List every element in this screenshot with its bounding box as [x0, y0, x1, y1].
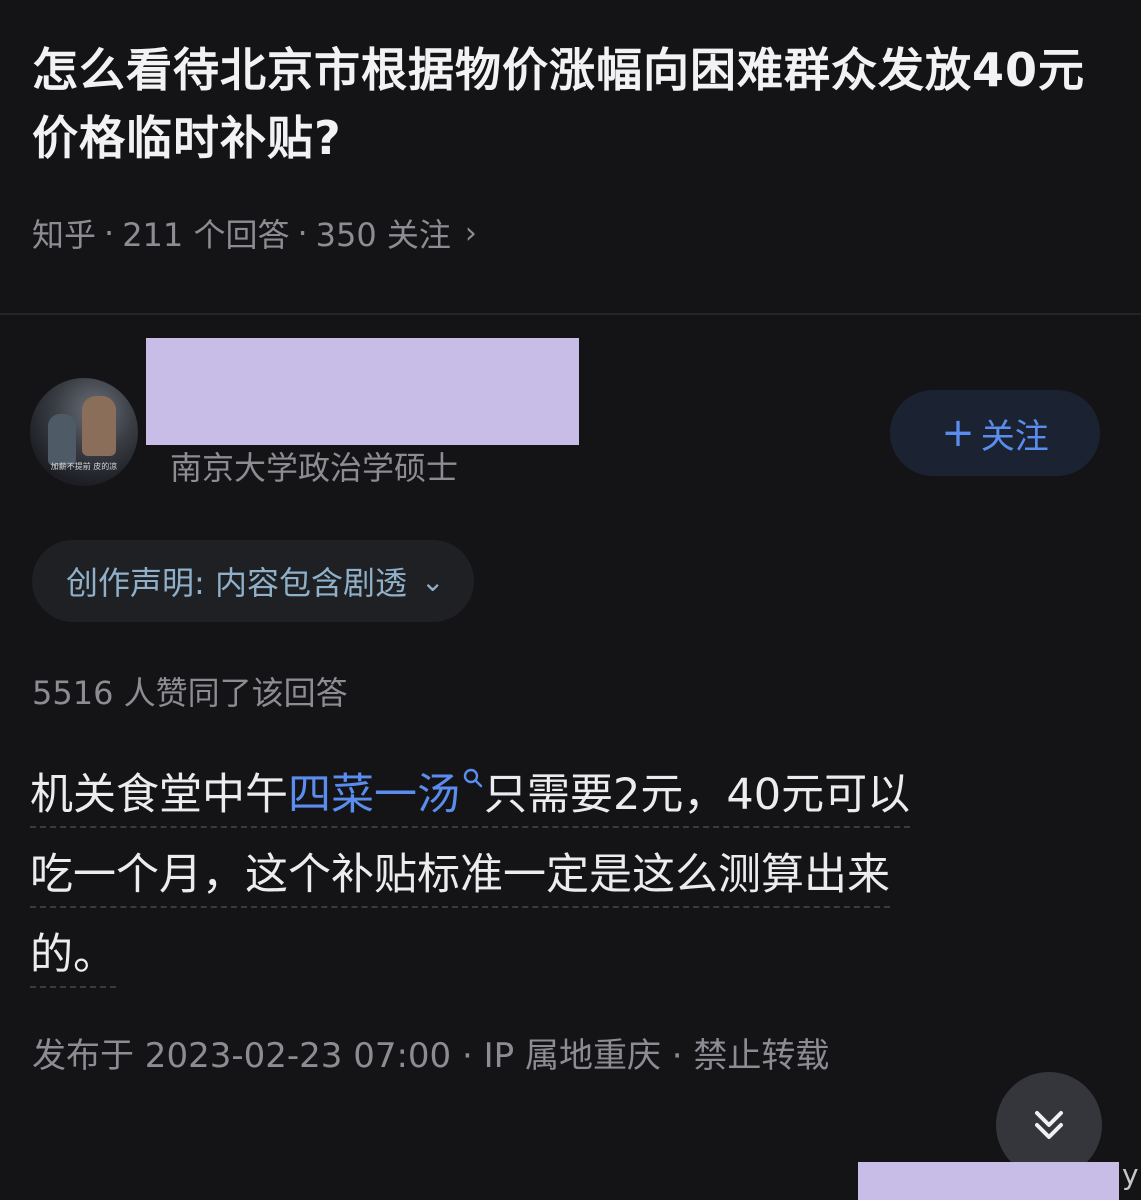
keyword-link[interactable]: 四菜一汤: [288, 770, 460, 820]
avatar[interactable]: 加薪不提前 皮的凉: [30, 378, 138, 486]
plus-icon: +: [941, 410, 975, 456]
chevron-right-icon: ›: [464, 215, 477, 251]
answer-text: 机关食堂中午: [30, 770, 288, 820]
answer-body: 机关食堂中午四菜一汤 只需要2元，40元可以 吃一个月，这个补贴标准一定是这么测算…: [30, 755, 1090, 995]
section-divider: [0, 313, 1141, 315]
answer-line-2: 吃一个月，这个补贴标准一定是这么测算出来: [30, 850, 890, 908]
meta-separator: ·: [104, 214, 115, 252]
redacted-watermark: [858, 1162, 1119, 1200]
meta-separator: ·: [297, 214, 308, 252]
answer-count: 211 个回答: [122, 216, 290, 254]
publish-info: 发布于 2023-02-23 07:00 · IP 属地重庆 · 禁止转载: [32, 1036, 830, 1076]
avatar-figure: [48, 414, 76, 466]
redacted-author-name: [146, 338, 579, 445]
creation-declaration[interactable]: 创作声明: 内容包含剧透 ⌄: [32, 540, 475, 622]
double-chevron-down-icon: [1035, 1111, 1063, 1139]
chevron-down-icon: ⌄: [420, 564, 445, 598]
source-label: 知乎: [32, 216, 97, 254]
question-meta[interactable]: 知乎 · 211 个回答 · 350 关注 ›: [32, 210, 477, 256]
follower-count: 350 关注: [315, 216, 451, 254]
answer-line-1: 机关食堂中午四菜一汤 只需要2元，40元可以: [30, 767, 911, 828]
follow-button[interactable]: + 关注: [890, 390, 1100, 476]
answer-line-3: 的。: [30, 930, 116, 988]
follow-label: 关注: [980, 416, 1049, 457]
author-bio: 南京大学政治学硕士: [170, 449, 459, 487]
upvote-count: 5516 人赞同了该回答: [32, 674, 348, 712]
search-icon[interactable]: [462, 767, 484, 789]
question-title: 怎么看待北京市根据物价涨幅向困难群众发放40元价格临时补贴?: [32, 43, 1086, 165]
answer-text: 只需要2元，40元可以: [484, 770, 911, 820]
avatar-figure: [82, 396, 116, 456]
avatar-caption: 加薪不提前 皮的凉: [50, 462, 118, 471]
declaration-label: 创作声明: 内容包含剧透: [66, 564, 407, 602]
corner-text: y: [1122, 1158, 1139, 1191]
